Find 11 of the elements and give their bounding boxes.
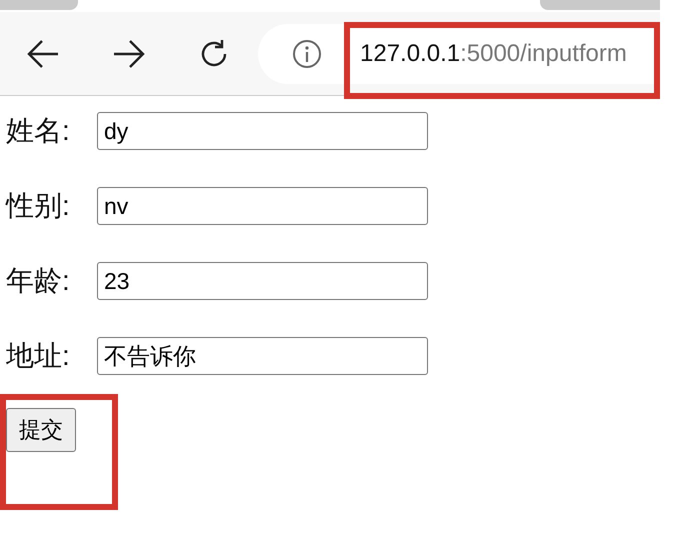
url-host: 127.0.0.1	[360, 40, 460, 68]
input-field[interactable]: nv	[97, 187, 428, 225]
field-label: 年龄:	[6, 264, 71, 298]
submit-button[interactable]: 提交	[6, 408, 76, 452]
url-path: :5000/inputform	[460, 40, 627, 68]
field-label: 姓名:	[6, 114, 71, 148]
input-field[interactable]: dy	[97, 112, 428, 150]
field-label: 性别:	[6, 189, 71, 223]
field-label: 地址:	[6, 339, 71, 373]
input-field[interactable]: 不告诉你	[97, 337, 428, 375]
input-field[interactable]: 23	[97, 262, 428, 300]
